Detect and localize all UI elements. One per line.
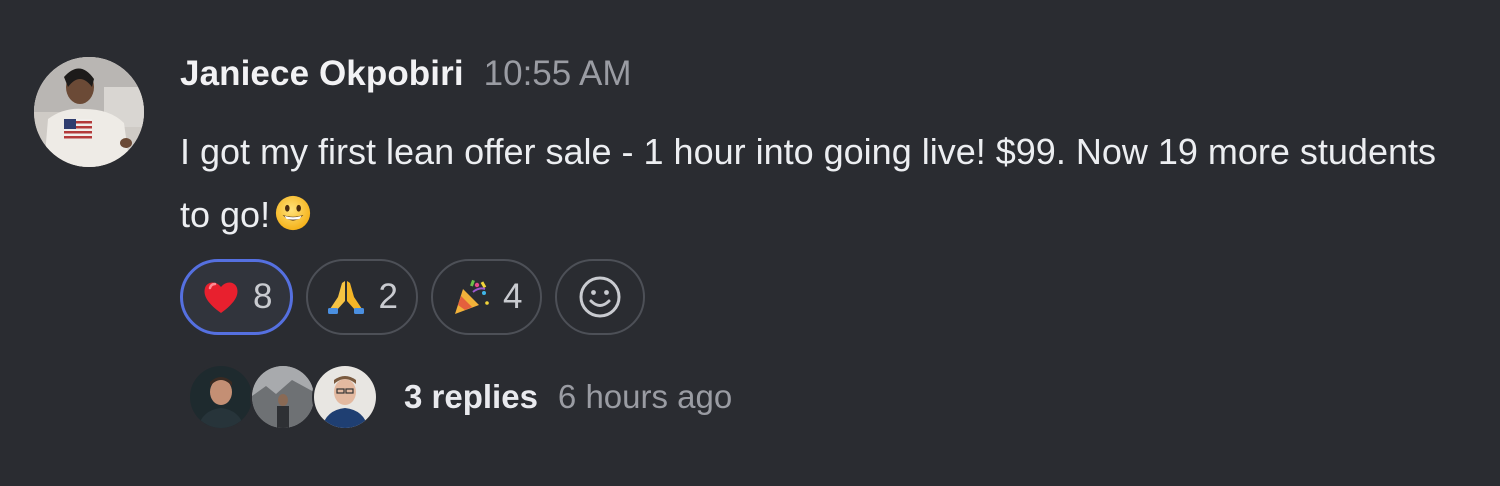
reaction-count: 4 [502,277,523,316]
participant-avatar [312,364,378,430]
participant-avatar [188,364,254,430]
smiley-outline-icon [579,276,621,318]
reaction-folded-hands[interactable]: 2 [306,259,418,335]
party-popper-icon [454,279,489,314]
red-heart-icon [204,282,238,313]
thread-participants [188,364,378,430]
folded-hands-icon [328,281,365,314]
replies-count[interactable]: 3 replies [404,378,538,416]
reactions-bar: 8 2 4 [180,259,646,335]
reaction-count: 2 [378,277,398,316]
reaction-count: 8 [253,277,273,316]
author-avatar[interactable] [34,57,144,167]
author-name[interactable]: Janiece Okpobiri [180,54,464,94]
message-text-container: I got my first lean offer sale - 1 hour … [180,120,1440,246]
add-reaction-button[interactable] [555,259,646,335]
thread-summary[interactable]: 3 replies 6 hours ago [188,364,732,430]
smiley-emoji-icon [275,195,311,231]
last-reply-time: 6 hours ago [557,378,733,415]
chat-message: Janiece Okpobiri 10:55 AM I got my first… [0,0,1500,486]
participant-avatar [250,364,316,430]
reaction-heart[interactable]: 8 [180,259,294,335]
message-header: Janiece Okpobiri 10:55 AM [180,54,632,100]
reaction-party-popper[interactable]: 4 [430,259,543,335]
message-timestamp[interactable]: 10:55 AM [484,54,632,94]
message-text: I got my first lean offer sale - 1 hour … [180,131,1436,235]
